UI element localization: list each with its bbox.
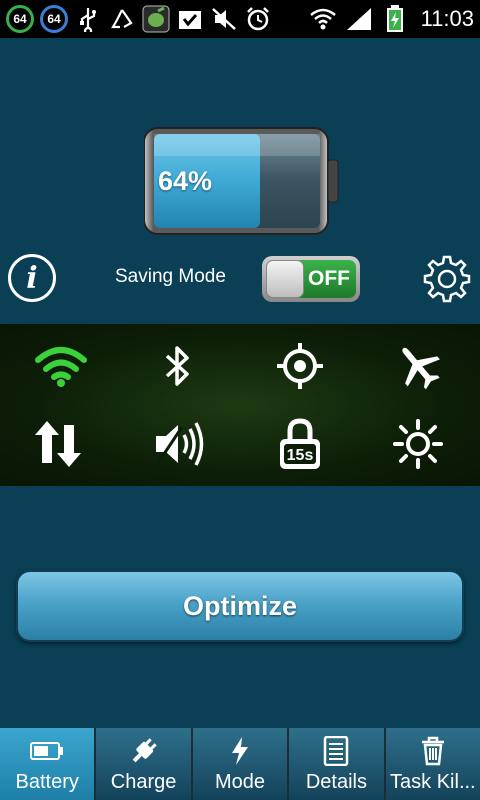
bluetooth-icon — [165, 346, 189, 386]
alarm-icon — [244, 5, 272, 33]
mode-row: i Saving Mode OFF — [0, 252, 480, 306]
data-sync-icon — [35, 421, 81, 467]
settings-button[interactable] — [422, 254, 472, 304]
brightness-toggle[interactable] — [390, 416, 446, 472]
tab-label: Task Kil... — [390, 771, 476, 793]
sound-icon — [156, 422, 204, 466]
status-bar: 64 64 11:03 — [0, 0, 480, 38]
gps-icon — [277, 343, 323, 389]
tab-label: Details — [305, 771, 367, 793]
info-button[interactable]: i — [8, 254, 56, 302]
wifi-icon — [35, 347, 87, 387]
saving-mode-label: Saving Mode — [115, 266, 226, 287]
toggle-knob — [266, 260, 304, 298]
usb-icon — [74, 5, 102, 33]
notification-badge-2: 64 — [40, 5, 68, 33]
tab-charge[interactable]: Charge — [96, 728, 193, 800]
mute-icon — [210, 5, 238, 33]
signal-icon — [345, 5, 373, 33]
trash-icon — [421, 736, 444, 766]
battery-charging-icon — [381, 5, 409, 33]
bottom-tab-bar: Battery Charge Mode Details Task Kil... — [0, 728, 480, 800]
lightning-icon — [232, 737, 249, 765]
timeout-label: 15s — [287, 447, 314, 464]
tab-label: Charge — [110, 771, 177, 793]
tab-label: Mode — [215, 771, 266, 793]
sound-toggle[interactable] — [150, 416, 206, 472]
document-icon — [324, 736, 349, 766]
bluetooth-toggle[interactable] — [150, 338, 206, 394]
battery-icon — [30, 742, 64, 760]
tab-task-killer[interactable]: Task Kil... — [385, 728, 480, 800]
wifi-toggle[interactable] — [33, 338, 89, 394]
checkbox-icon — [176, 5, 204, 33]
recycle-icon — [108, 5, 136, 33]
battery-indicator: 64% — [143, 126, 340, 238]
optimize-button[interactable]: Optimize — [16, 570, 464, 642]
toggle-state: OFF — [308, 267, 350, 290]
airplane-icon — [402, 347, 440, 390]
saving-mode-toggle[interactable]: OFF — [262, 256, 360, 302]
screen-timeout-toggle[interactable]: 15s — [272, 416, 328, 472]
data-sync-toggle[interactable] — [30, 416, 86, 472]
tab-details[interactable]: Details — [289, 728, 386, 800]
info-icon: i — [26, 260, 38, 296]
tab-battery[interactable]: Battery — [0, 728, 97, 800]
quick-toggles-panel: 15s — [0, 324, 480, 486]
brightness-icon — [393, 419, 443, 469]
battery-percent: 64% — [158, 166, 213, 196]
screen-timeout-icon: 15s — [280, 418, 320, 469]
wifi-icon — [309, 5, 337, 33]
app-icon — [142, 5, 170, 33]
airplane-toggle[interactable] — [390, 338, 446, 394]
notification-badge-1: 64 — [6, 5, 34, 33]
gps-toggle[interactable] — [272, 338, 328, 394]
gear-icon — [423, 255, 471, 303]
tab-mode[interactable]: Mode — [192, 728, 290, 800]
tab-label: Battery — [15, 771, 79, 793]
clock: 11:03 — [420, 6, 474, 31]
plug-icon — [132, 738, 157, 763]
